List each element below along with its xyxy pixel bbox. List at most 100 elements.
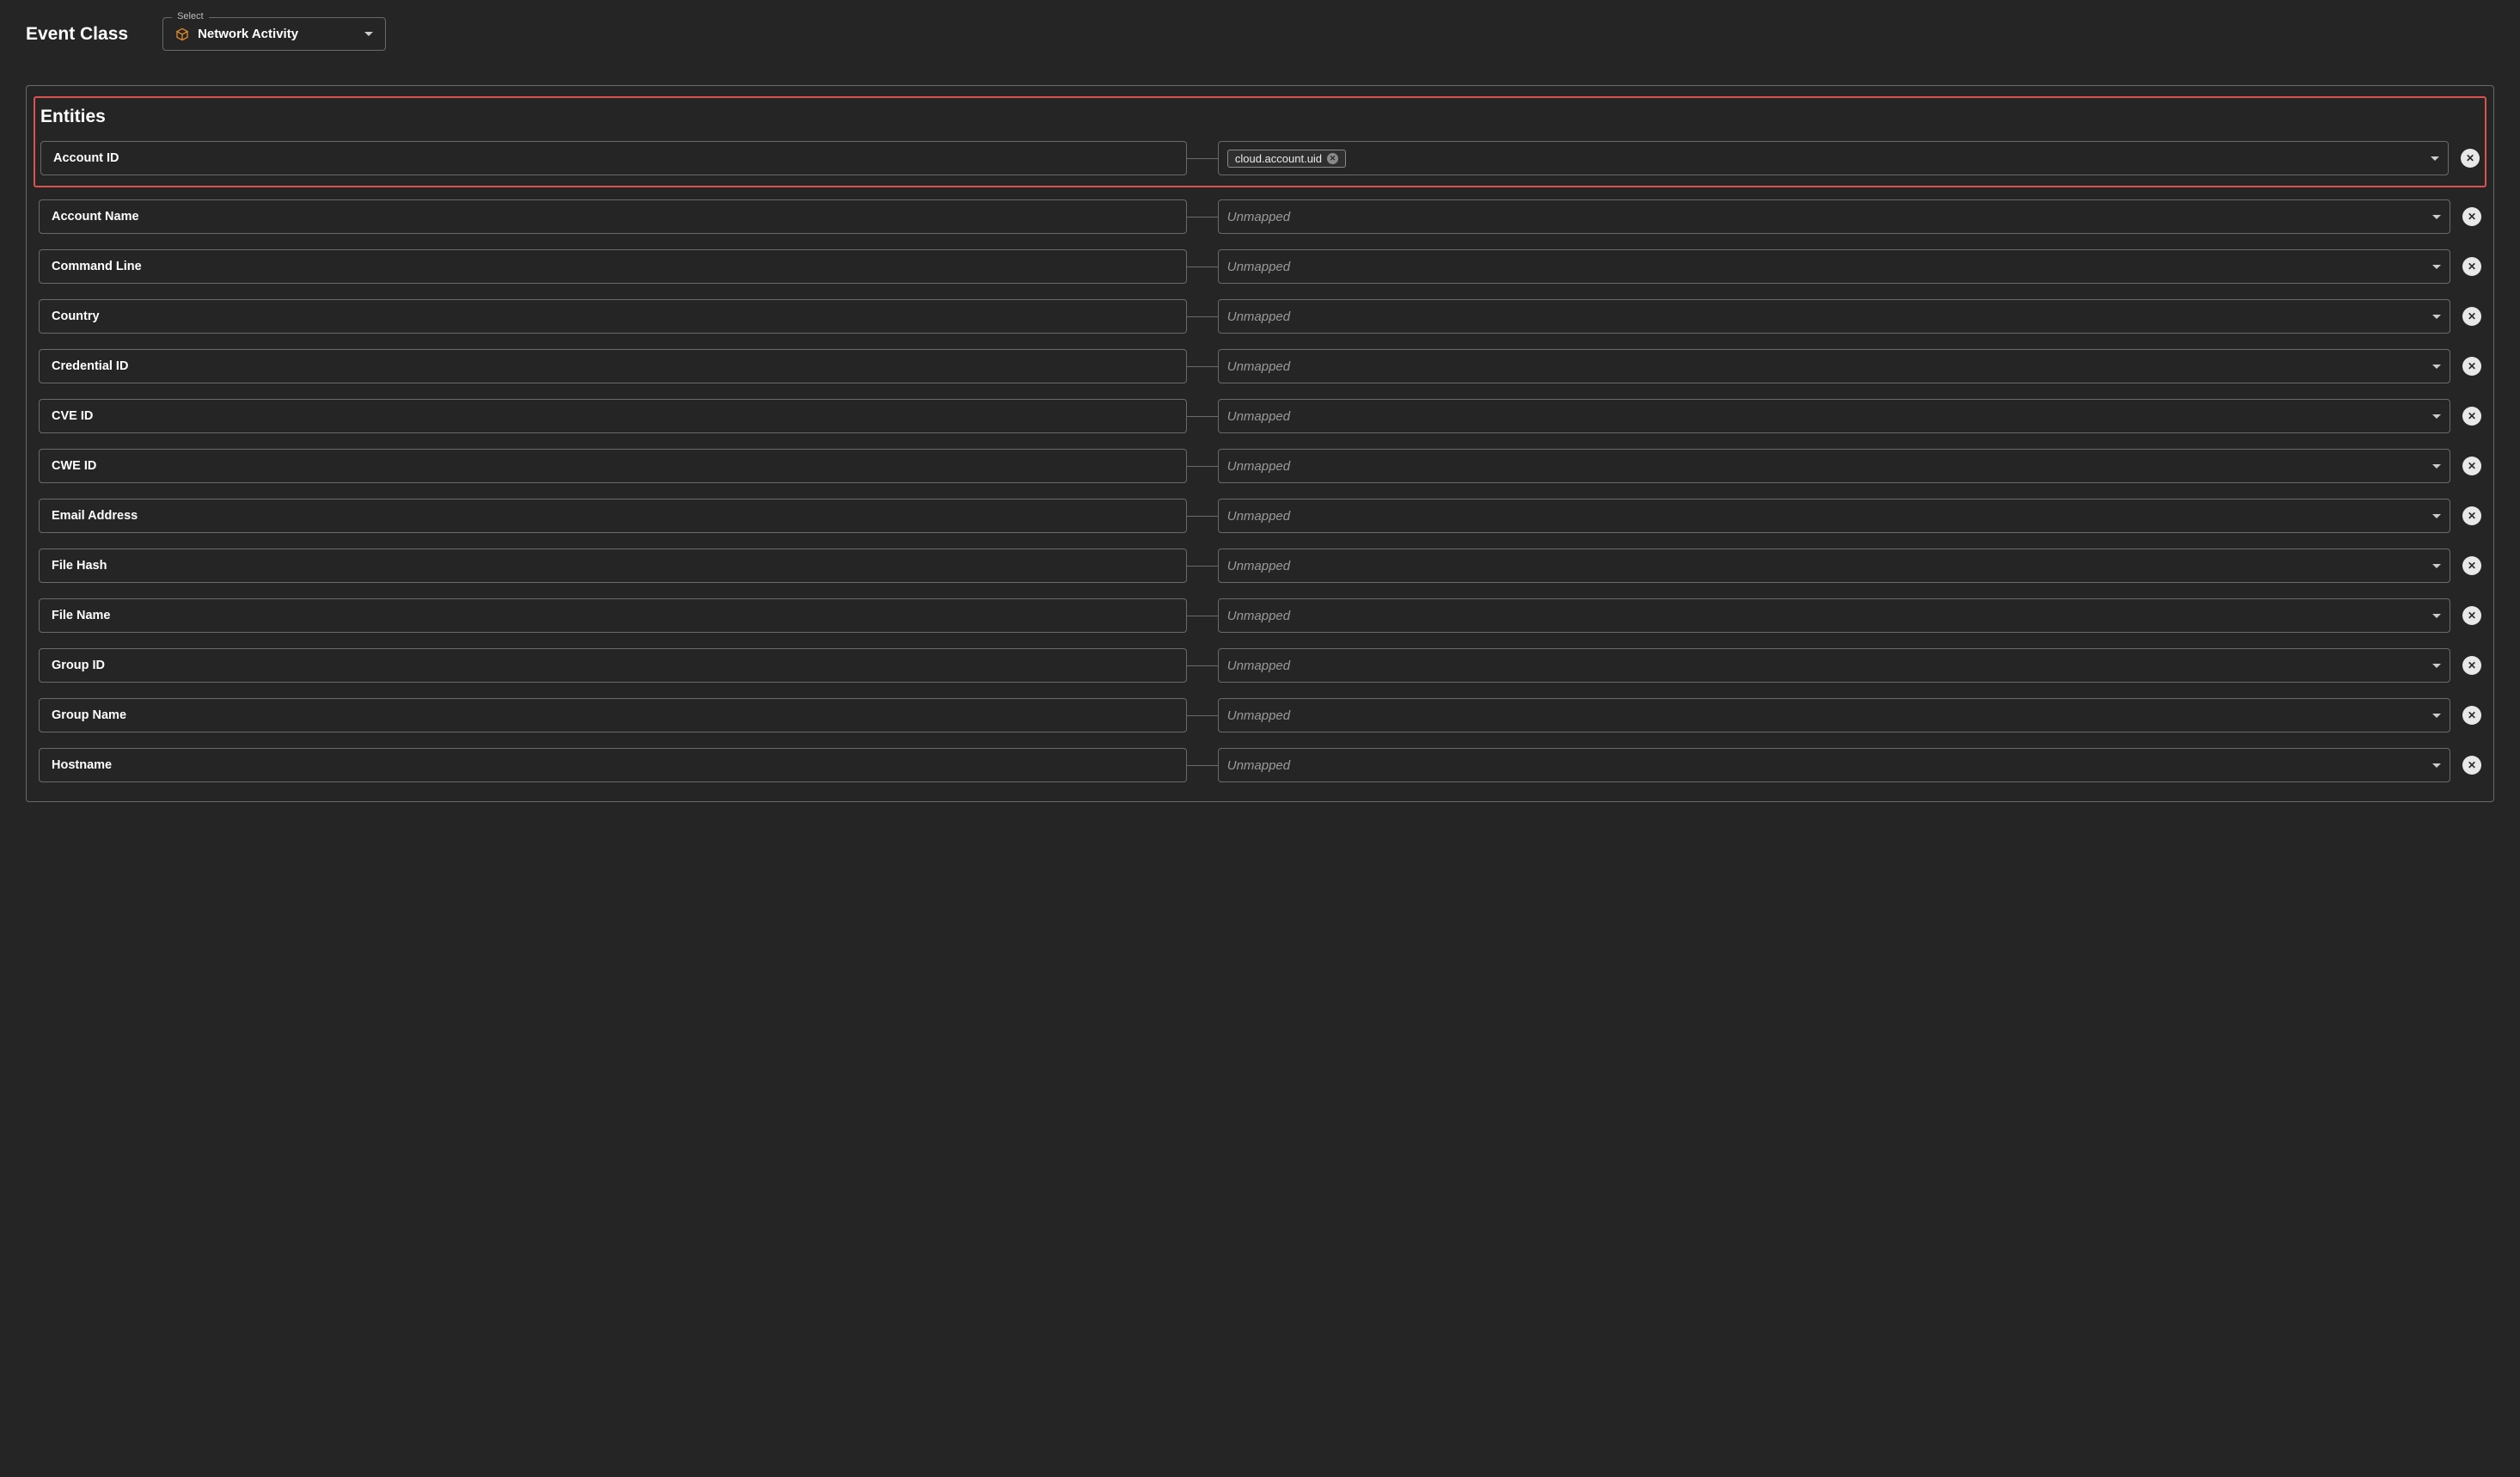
delete-row-button[interactable]: ✕ [2462, 656, 2481, 675]
delete-row-button[interactable]: ✕ [2462, 506, 2481, 525]
mapping-placeholder: Unmapped [1227, 309, 2425, 324]
entity-label[interactable]: Hostname [39, 748, 1187, 782]
entity-row: File Name Unmapped ✕ [39, 598, 2481, 633]
chevron-down-icon [2432, 614, 2441, 618]
mapping-placeholder: Unmapped [1227, 609, 2425, 623]
chevron-down-icon [2432, 365, 2441, 369]
connector-line [1187, 715, 1218, 716]
entity-row: Email Address Unmapped ✕ [39, 499, 2481, 533]
entity-mapping-select[interactable]: cloud.account.uid ✕ [1218, 141, 2449, 175]
entity-label[interactable]: CVE ID [39, 399, 1187, 433]
chevron-down-icon [2432, 714, 2441, 718]
entity-label[interactable]: Country [39, 299, 1187, 334]
mapping-placeholder: Unmapped [1227, 260, 2425, 274]
delete-row-button[interactable]: ✕ [2462, 407, 2481, 426]
entity-label[interactable]: File Name [39, 598, 1187, 633]
entities-panel: EntitiesAccount IDcloud.account.uid✕✕Acc… [26, 85, 2494, 802]
entity-mapping-select[interactable]: Unmapped [1218, 698, 2450, 732]
chevron-down-icon [2432, 215, 2441, 219]
delete-row-button[interactable]: ✕ [2462, 307, 2481, 326]
entity-mapping-select[interactable]: Unmapped [1218, 399, 2450, 433]
event-class-select[interactable]: Select Network Activity [162, 17, 386, 51]
mapping-placeholder: Unmapped [1227, 509, 2425, 524]
entity-row: CVE ID Unmapped ✕ [39, 399, 2481, 433]
select-floating-label: Select [172, 11, 209, 21]
entity-row: Account ID cloud.account.uid ✕ ✕ [40, 141, 2480, 175]
entity-label[interactable]: Email Address [39, 499, 1187, 533]
connector-line [1187, 316, 1218, 317]
entity-label[interactable]: Command Line [39, 249, 1187, 284]
entity-label[interactable]: Account Name [39, 199, 1187, 234]
chevron-down-icon [364, 32, 373, 36]
mapping-placeholder: Unmapped [1227, 708, 2425, 723]
chevron-down-icon [2432, 514, 2441, 518]
entity-mapping-select[interactable]: Unmapped [1218, 199, 2450, 234]
delete-row-button[interactable]: ✕ [2462, 357, 2481, 376]
entity-mapping-select[interactable]: Unmapped [1218, 748, 2450, 782]
delete-row-button[interactable]: ✕ [2462, 606, 2481, 625]
connector-line [1187, 765, 1218, 766]
entity-row: Credential ID Unmapped ✕ [39, 349, 2481, 383]
entity-row: Group Name Unmapped ✕ [39, 698, 2481, 732]
entity-mapping-select[interactable]: Unmapped [1218, 349, 2450, 383]
chevron-down-icon [2432, 564, 2441, 568]
entity-label[interactable]: Account ID [40, 141, 1187, 175]
delete-row-button[interactable]: ✕ [2461, 149, 2480, 168]
connector-line [1187, 416, 1218, 417]
entity-row: CWE ID Unmapped ✕ [39, 449, 2481, 483]
event-class-value: Network Activity [198, 27, 356, 41]
mapping-placeholder: Unmapped [1227, 659, 2425, 673]
connector-line [1187, 516, 1218, 517]
entity-row: Hostname Unmapped ✕ [39, 748, 2481, 782]
connector-line [1187, 158, 1218, 159]
chevron-down-icon [2432, 315, 2441, 319]
delete-row-button[interactable]: ✕ [2462, 457, 2481, 475]
entity-row: File Hash Unmapped ✕ [39, 549, 2481, 583]
entity-row: Account Name Unmapped ✕ [39, 199, 2481, 234]
mapping-placeholder: Unmapped [1227, 210, 2425, 224]
delete-row-button[interactable]: ✕ [2462, 207, 2481, 226]
entity-mapping-select[interactable]: Unmapped [1218, 549, 2450, 583]
mapping-placeholder: Unmapped [1227, 359, 2425, 374]
mapping-chip-label: cloud.account.uid [1235, 152, 1322, 165]
entity-mapping-select[interactable]: Unmapped [1218, 648, 2450, 683]
mapping-placeholder: Unmapped [1227, 758, 2425, 773]
entities-heading: Entities [40, 107, 2480, 127]
mapping-chip[interactable]: cloud.account.uid ✕ [1227, 150, 1346, 168]
chevron-down-icon [2432, 464, 2441, 469]
entity-mapping-select[interactable]: Unmapped [1218, 299, 2450, 334]
entity-mapping-select[interactable]: Unmapped [1218, 449, 2450, 483]
entity-label[interactable]: File Hash [39, 549, 1187, 583]
entity-mapping-select[interactable]: Unmapped [1218, 598, 2450, 633]
entity-label[interactable]: Group ID [39, 648, 1187, 683]
connector-line [1187, 366, 1218, 367]
cube-icon [175, 28, 189, 41]
chip-remove-icon[interactable]: ✕ [1327, 153, 1338, 164]
chevron-down-icon [2432, 414, 2441, 419]
mapping-placeholder: Unmapped [1227, 559, 2425, 573]
chevron-down-icon [2432, 763, 2441, 768]
chevron-down-icon [2432, 265, 2441, 269]
entity-mapping-select[interactable]: Unmapped [1218, 249, 2450, 284]
chevron-down-icon [2432, 664, 2441, 668]
entity-label[interactable]: CWE ID [39, 449, 1187, 483]
connector-line [1187, 665, 1218, 666]
entity-label[interactable]: Group Name [39, 698, 1187, 732]
entity-row: Command Line Unmapped ✕ [39, 249, 2481, 284]
delete-row-button[interactable]: ✕ [2462, 257, 2481, 276]
mapping-placeholder: Unmapped [1227, 459, 2425, 474]
mapping-placeholder: Unmapped [1227, 409, 2425, 424]
highlighted-region: Entities Account ID cloud.account.uid ✕ ✕ [34, 96, 2486, 187]
delete-row-button[interactable]: ✕ [2462, 756, 2481, 775]
connector-line [1187, 466, 1218, 467]
entity-mapping-select[interactable]: Unmapped [1218, 499, 2450, 533]
entity-row: Group ID Unmapped ✕ [39, 648, 2481, 683]
event-class-title: Event Class [26, 24, 128, 45]
entity-row: Country Unmapped ✕ [39, 299, 2481, 334]
chevron-down-icon [2431, 156, 2439, 161]
connector-line [1187, 217, 1218, 218]
entity-label[interactable]: Credential ID [39, 349, 1187, 383]
connector-line [1187, 566, 1218, 567]
delete-row-button[interactable]: ✕ [2462, 556, 2481, 575]
delete-row-button[interactable]: ✕ [2462, 706, 2481, 725]
